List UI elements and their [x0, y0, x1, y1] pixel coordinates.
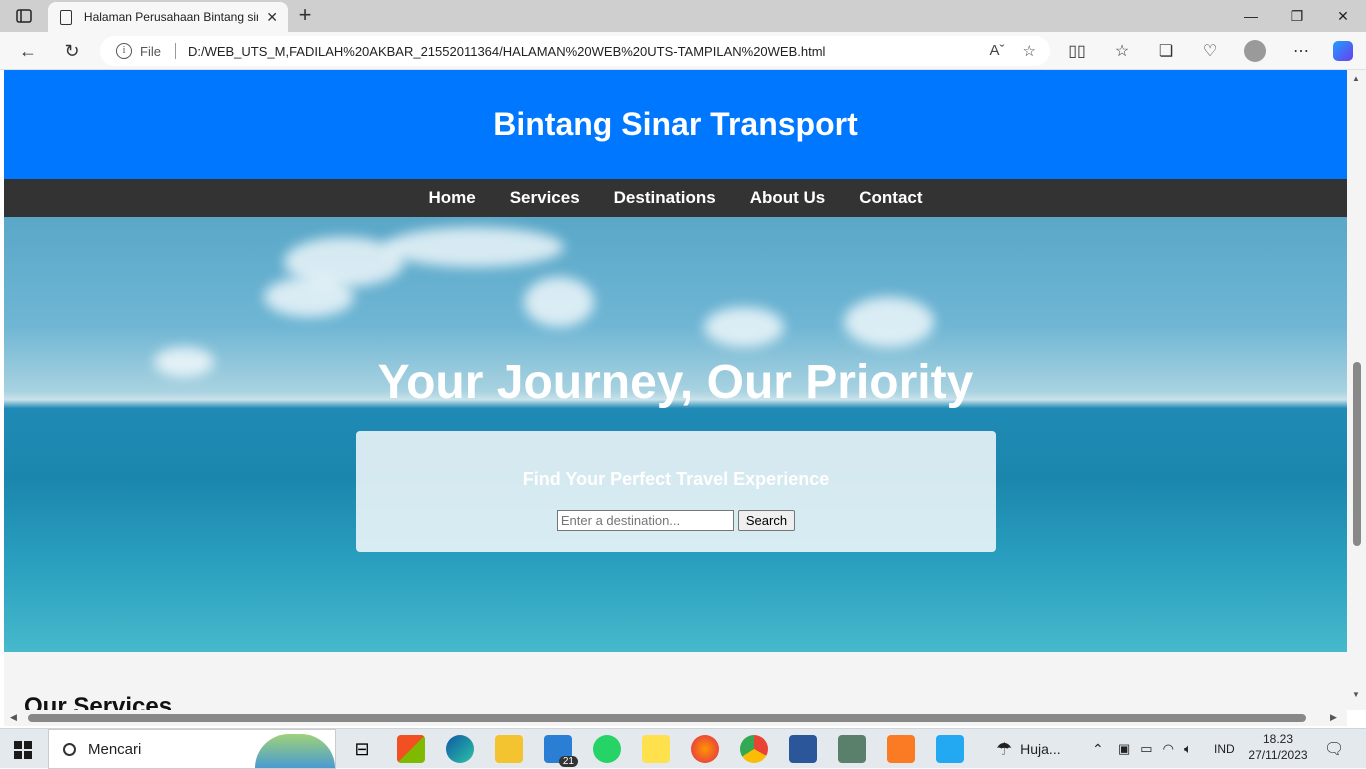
address-bar[interactable]: i File D:/WEB_UTS_M,FADILAH%20AKBAR_2155… [100, 36, 1050, 66]
favorite-star-icon[interactable]: ☆ [1023, 42, 1036, 60]
clock-time: 18.23 [1262, 732, 1294, 746]
site-title: Bintang Sinar Transport [493, 106, 858, 142]
weather-label: Huja... [1020, 741, 1061, 757]
cloud-shape [264, 277, 354, 317]
cloud-shape [844, 297, 934, 347]
scroll-left-arrow-icon[interactable]: ◀ [10, 712, 17, 723]
show-hidden-icons-chevron[interactable]: ⌃ [1092, 729, 1104, 769]
search-heading: Find Your Perfect Travel Experience [522, 469, 830, 489]
edge-browser-icon[interactable] [446, 735, 474, 763]
info-icon[interactable]: i [116, 43, 132, 59]
nav-destinations[interactable]: Destinations [614, 188, 716, 208]
destination-search-input[interactable] [556, 510, 734, 531]
horizontal-scrollbar[interactable]: ◀ ▶ [4, 710, 1347, 726]
profile-avatar-icon[interactable] [1244, 40, 1266, 62]
services-section-title: Our Services [24, 693, 173, 710]
nav-home[interactable]: Home [428, 188, 475, 208]
search-icon [63, 742, 76, 756]
sticky-notes-icon[interactable] [642, 735, 670, 763]
language-indicator[interactable]: IND [1214, 729, 1235, 769]
browser-essentials-icon[interactable]: ♡ [1199, 40, 1221, 62]
back-button[interactable]: ← [14, 39, 42, 63]
weather-widget[interactable]: ☂ Huja... [996, 729, 1061, 769]
mail-badge: 21 [558, 756, 578, 767]
page-viewport: Bintang Sinar Transport Home Services De… [4, 70, 1347, 710]
document-icon [60, 9, 72, 25]
whatsapp-icon[interactable] [593, 735, 621, 763]
firefox-icon[interactable] [691, 735, 719, 763]
xampp-icon[interactable] [887, 735, 915, 763]
read-aloud-icon[interactable]: Aˇ [990, 42, 1005, 60]
search-button[interactable]: Search [737, 510, 796, 531]
taskbar-search[interactable]: Mencari [48, 729, 336, 769]
search-highlight-illustration [255, 734, 335, 768]
cloud-shape [524, 277, 594, 327]
word-icon[interactable] [789, 735, 817, 763]
cloud-shape [384, 227, 564, 267]
nav-services[interactable]: Services [510, 188, 580, 208]
minimize-button[interactable]: — [1228, 0, 1274, 32]
photos-app-icon[interactable] [838, 735, 866, 763]
site-header: Bintang Sinar Transport [4, 70, 1347, 179]
close-tab-icon[interactable]: ✕ [266, 9, 278, 26]
scroll-right-arrow-icon[interactable]: ▶ [1330, 712, 1337, 723]
notification-icon[interactable]: 🗨︎ [1324, 729, 1344, 769]
nav-contact[interactable]: Contact [859, 188, 922, 208]
taskbar-search-label: Mencari [88, 740, 142, 758]
windows-start-icon[interactable] [14, 741, 32, 759]
url-scheme-label: File [140, 43, 161, 59]
file-explorer-icon[interactable] [495, 735, 523, 763]
restore-button[interactable]: ❐ [1274, 0, 1320, 32]
task-view-icon[interactable]: ⊟ [348, 735, 376, 763]
hero-title: Your Journey, Our Priority [377, 356, 974, 409]
wifi-icon[interactable]: ◠ [1163, 741, 1174, 757]
site-nav: Home Services Destinations About Us Cont… [4, 179, 1347, 217]
favorites-icon[interactable]: ☆ [1111, 40, 1133, 62]
taskbar: Mencari ⊟ 21 ☂ Huja... ⌃ ▣ ▭ ◠ 🔈︎ IND 18… [0, 728, 1366, 769]
refresh-button[interactable]: ↻ [58, 39, 86, 63]
vscode-icon[interactable] [936, 735, 964, 763]
cloud-shape [704, 307, 784, 347]
scroll-up-arrow-icon[interactable]: ▲ [1352, 74, 1360, 83]
horizontal-scroll-thumb[interactable] [28, 714, 1306, 722]
microsoft-store-icon[interactable] [397, 735, 425, 763]
nav-about-us[interactable]: About Us [750, 188, 826, 208]
chrome-icon[interactable] [740, 735, 768, 763]
scroll-down-arrow-icon[interactable]: ▼ [1352, 690, 1360, 699]
camera-icon[interactable]: ▣ [1118, 741, 1130, 757]
url-separator [174, 43, 176, 59]
browser-tab[interactable]: Halaman Perusahaan Bintang sinar transpo… [48, 2, 288, 32]
system-tray-icons: ▣ ▭ ◠ 🔈︎ [1118, 729, 1192, 769]
vertical-scroll-thumb[interactable] [1353, 362, 1361, 546]
more-options-icon[interactable]: ⋯ [1290, 40, 1312, 62]
tab-title: Halaman Perusahaan Bintang sinar transpo… [83, 10, 258, 24]
vertical-scrollbar[interactable]: ▲ ▼ [1347, 70, 1366, 710]
hero-section: Your Journey, Our Priority Find Your Per… [4, 217, 1347, 652]
copilot-icon[interactable] [1332, 40, 1354, 62]
volume-icon[interactable]: 🔈︎ [1184, 741, 1192, 757]
battery-icon[interactable]: ▭ [1140, 741, 1152, 757]
tab-bar: Halaman Perusahaan Bintang sinar transpo… [0, 0, 1366, 32]
tab-actions-icon[interactable] [12, 6, 36, 26]
search-card: Find Your Perfect Travel Experience Sear… [356, 431, 996, 552]
mail-icon[interactable]: 21 [544, 735, 578, 767]
collections-icon[interactable]: ❏ [1155, 40, 1177, 62]
url-text[interactable]: D:/WEB_UTS_M,FADILAH%20AKBAR_21552011364… [188, 44, 825, 59]
umbrella-rain-icon: ☂ [996, 738, 1013, 759]
clock-date: 27/11/2023 [1248, 748, 1308, 762]
split-screen-icon[interactable]: ▯▯ [1066, 40, 1088, 62]
clock[interactable]: 18.23 27/11/2023 [1240, 731, 1316, 763]
close-window-button[interactable]: ✕ [1320, 0, 1366, 32]
new-tab-button[interactable]: + [294, 4, 316, 26]
